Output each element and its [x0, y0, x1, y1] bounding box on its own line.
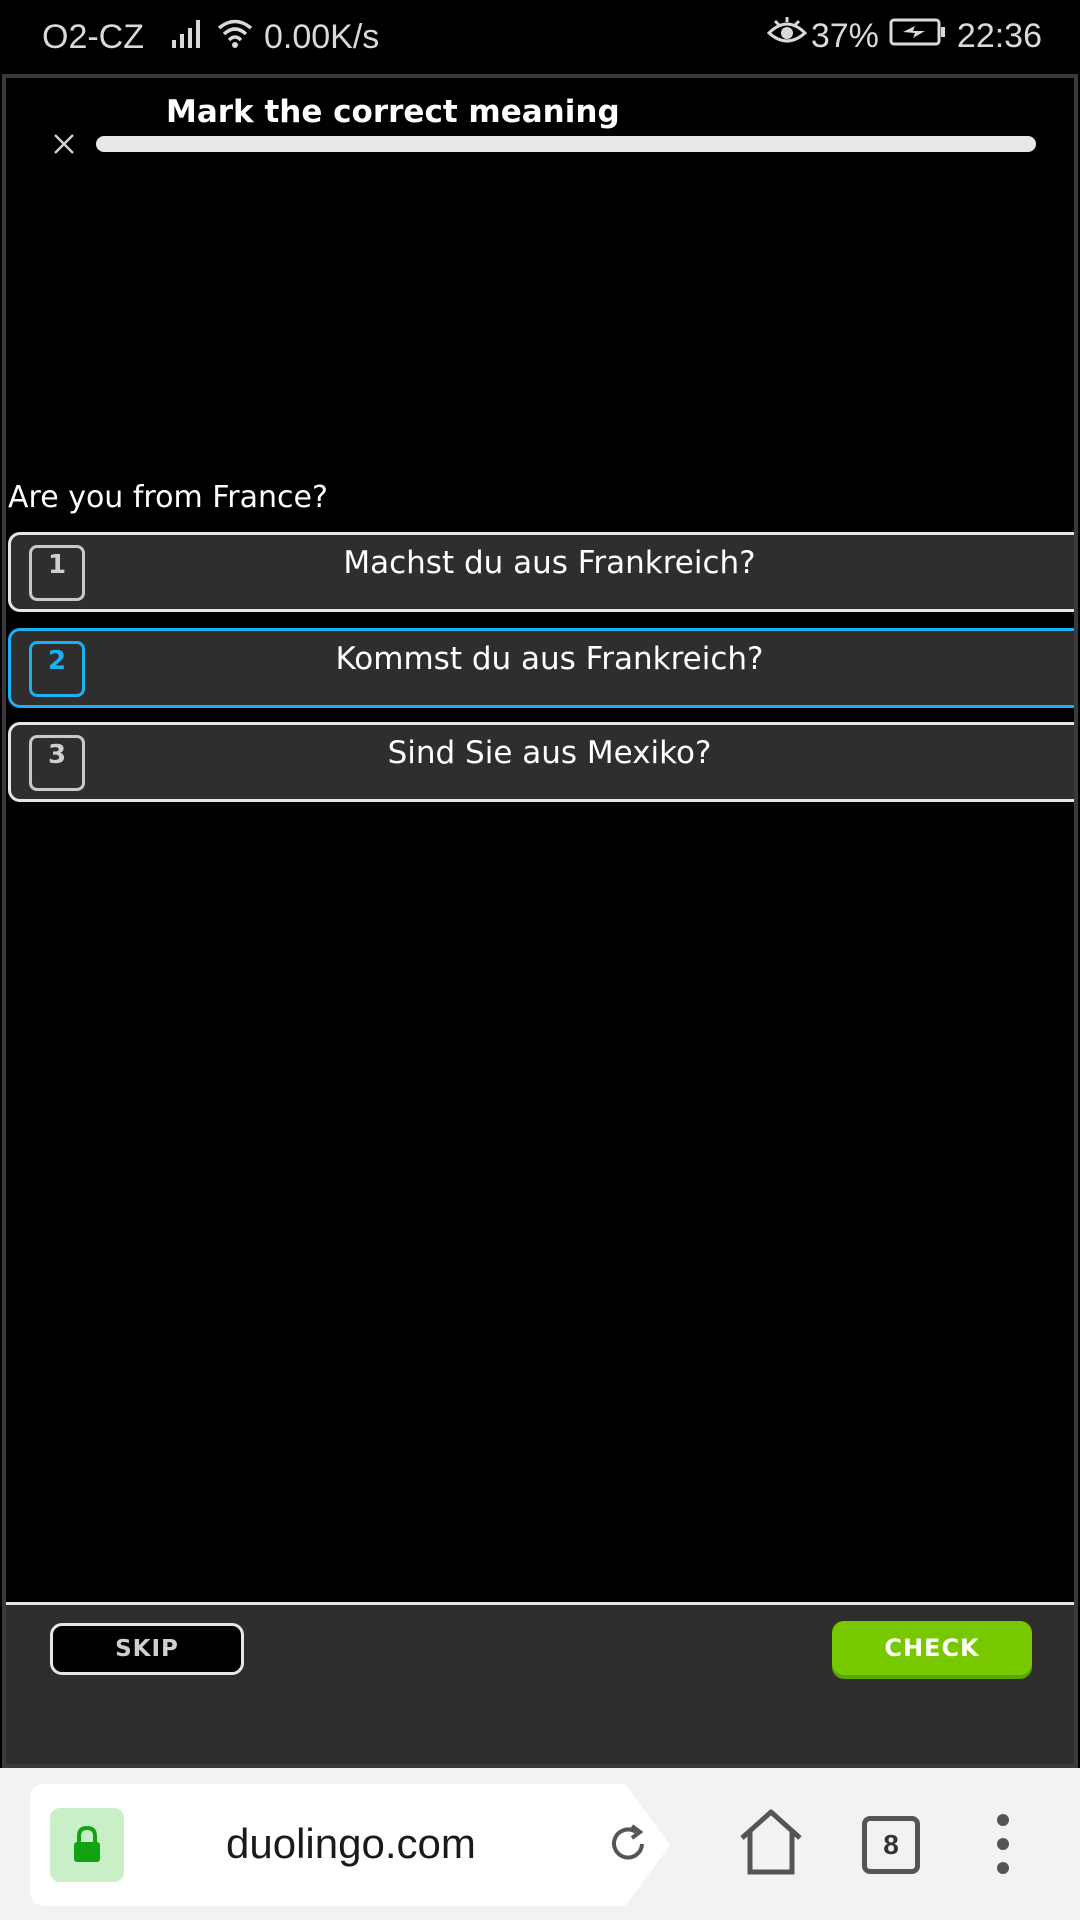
lesson-page: Mark the correct meaning Are you from Fr… — [2, 74, 1078, 1768]
network-speed: 0.00K/s — [264, 18, 380, 56]
clock: 22:36 — [956, 17, 1042, 55]
close-icon — [54, 134, 74, 154]
answer-option-1[interactable]: 1 Machst du aus Frankreich? — [8, 532, 1074, 612]
home-icon[interactable] — [736, 1806, 806, 1882]
prompt-sentence: Are you from France? — [8, 480, 328, 515]
progress-bar — [96, 136, 1036, 152]
more-menu-icon[interactable] — [996, 1812, 1010, 1880]
reload-icon[interactable] — [606, 1822, 650, 1870]
wifi-icon — [216, 17, 254, 58]
battery-percent: 37% — [810, 17, 879, 55]
lesson-title: Mark the correct meaning — [166, 94, 620, 130]
browser-toolbar: duolingo.com 8 — [0, 1768, 1080, 1920]
url-text[interactable]: duolingo.com — [226, 1820, 476, 1868]
battery-charging-icon — [889, 17, 947, 56]
lesson-footer: SKIP CHECK — [6, 1602, 1074, 1764]
status-bar: O2-CZ 0.00K/s 37% 22:36 — [0, 0, 1080, 76]
carrier-label: O2-CZ — [42, 18, 144, 56]
answer-option-2[interactable]: 2 Kommst du aus Frankreich? — [8, 628, 1074, 708]
tabs-count-button[interactable]: 8 — [862, 1816, 920, 1874]
check-button[interactable]: CHECK — [832, 1621, 1032, 1675]
option-text: Kommst du aus Frankreich? — [335, 641, 764, 677]
option-text: Machst du aus Frankreich? — [343, 545, 756, 581]
lock-icon[interactable] — [50, 1808, 124, 1882]
answer-option-3[interactable]: 3 Sind Sie aus Mexiko? — [8, 722, 1074, 802]
close-button[interactable] — [46, 126, 82, 162]
eye-icon — [766, 17, 808, 56]
option-text: Sind Sie aus Mexiko? — [387, 735, 712, 771]
skip-button[interactable]: SKIP — [50, 1623, 244, 1675]
signal-icon — [170, 18, 206, 57]
